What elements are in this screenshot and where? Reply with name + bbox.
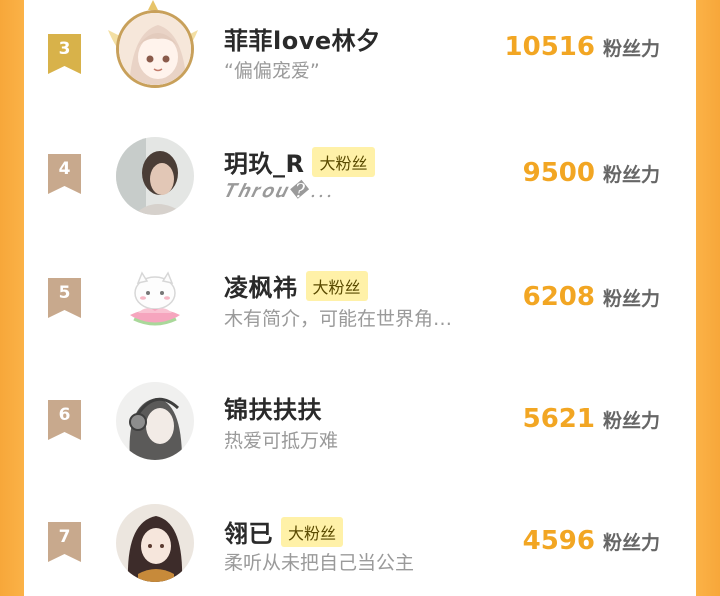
big-fan-badge: 大粉丝 bbox=[281, 516, 344, 547]
rank-badge: 7 bbox=[48, 522, 81, 562]
fan-power-score: 10516 粉丝力 bbox=[505, 32, 660, 62]
avatar[interactable] bbox=[116, 259, 194, 337]
score-unit: 粉丝力 bbox=[602, 164, 660, 186]
score-value: 6208 bbox=[522, 282, 595, 312]
fan-ranking-list: 3 菲菲love林夕 “偏偏宠爱” 10516 粉丝力 4 玥玖_R 大粉丝 𝑻… bbox=[24, 0, 696, 582]
user-signature: 热爱可抵万难 bbox=[224, 430, 339, 452]
user-name[interactable]: 菲菲love林夕 bbox=[224, 21, 381, 56]
user-name[interactable]: 翎已 bbox=[224, 514, 273, 549]
score-value: 9500 bbox=[522, 158, 595, 188]
rank-badge: 3 bbox=[48, 34, 81, 74]
fan-power-score: 5621 粉丝力 bbox=[523, 404, 660, 434]
user-signature: 木有简介，可能在世界角… bbox=[224, 308, 453, 330]
list-item[interactable]: 7 翎已 大粉丝 柔听从未把自己当公主 4596 粉丝力 bbox=[24, 486, 696, 596]
user-name[interactable]: 锦扶扶扶 bbox=[224, 390, 322, 425]
avatar[interactable] bbox=[116, 382, 194, 460]
rank-badge: 4 bbox=[48, 154, 81, 194]
avatar[interactable] bbox=[116, 137, 194, 215]
score-value: 10516 bbox=[504, 32, 595, 62]
score-unit: 粉丝力 bbox=[602, 38, 660, 60]
anime-girl-avatar bbox=[116, 10, 194, 88]
score-value: 5621 bbox=[522, 404, 595, 434]
anime-girl-2-avatar bbox=[116, 504, 194, 582]
fan-power-score: 6208 粉丝力 bbox=[523, 282, 660, 312]
list-item[interactable]: 6 锦扶扶扶 热爱可抵万难 5621 粉丝力 bbox=[24, 364, 696, 474]
headphone-girl-avatar bbox=[116, 382, 194, 460]
list-item[interactable]: 5 凌枫祎 大粉丝 木有简介，可能在世界角… 6208 粉丝力 bbox=[24, 242, 696, 352]
score-unit: 粉丝力 bbox=[602, 410, 660, 432]
score-unit: 粉丝力 bbox=[602, 288, 660, 310]
list-item[interactable]: 4 玥玖_R 大粉丝 𝑻𝒉𝒓𝒐𝒖�... 9500 粉丝力 bbox=[24, 120, 696, 230]
photo-avatar bbox=[116, 137, 194, 215]
user-signature: “偏偏宠爱” bbox=[224, 60, 320, 82]
cat-lotus-avatar bbox=[116, 259, 194, 337]
list-item[interactable]: 3 菲菲love林夕 “偏偏宠爱” 10516 粉丝力 bbox=[24, 0, 696, 104]
big-fan-badge: 大粉丝 bbox=[305, 270, 368, 301]
avatar[interactable] bbox=[108, 0, 198, 88]
big-fan-badge: 大粉丝 bbox=[312, 146, 375, 177]
score-unit: 粉丝力 bbox=[602, 532, 660, 554]
score-value: 4596 bbox=[522, 526, 595, 556]
fan-power-score: 9500 粉丝力 bbox=[523, 158, 660, 188]
user-name[interactable]: 凌枫祎 bbox=[224, 268, 298, 303]
user-signature: 𝑻𝒉𝒓𝒐𝒖�... bbox=[224, 180, 334, 202]
rank-badge: 6 bbox=[48, 400, 81, 440]
rank-badge: 5 bbox=[48, 278, 81, 318]
avatar[interactable] bbox=[116, 504, 194, 582]
user-name[interactable]: 玥玖_R bbox=[224, 144, 304, 179]
fan-power-score: 4596 粉丝力 bbox=[523, 526, 660, 556]
